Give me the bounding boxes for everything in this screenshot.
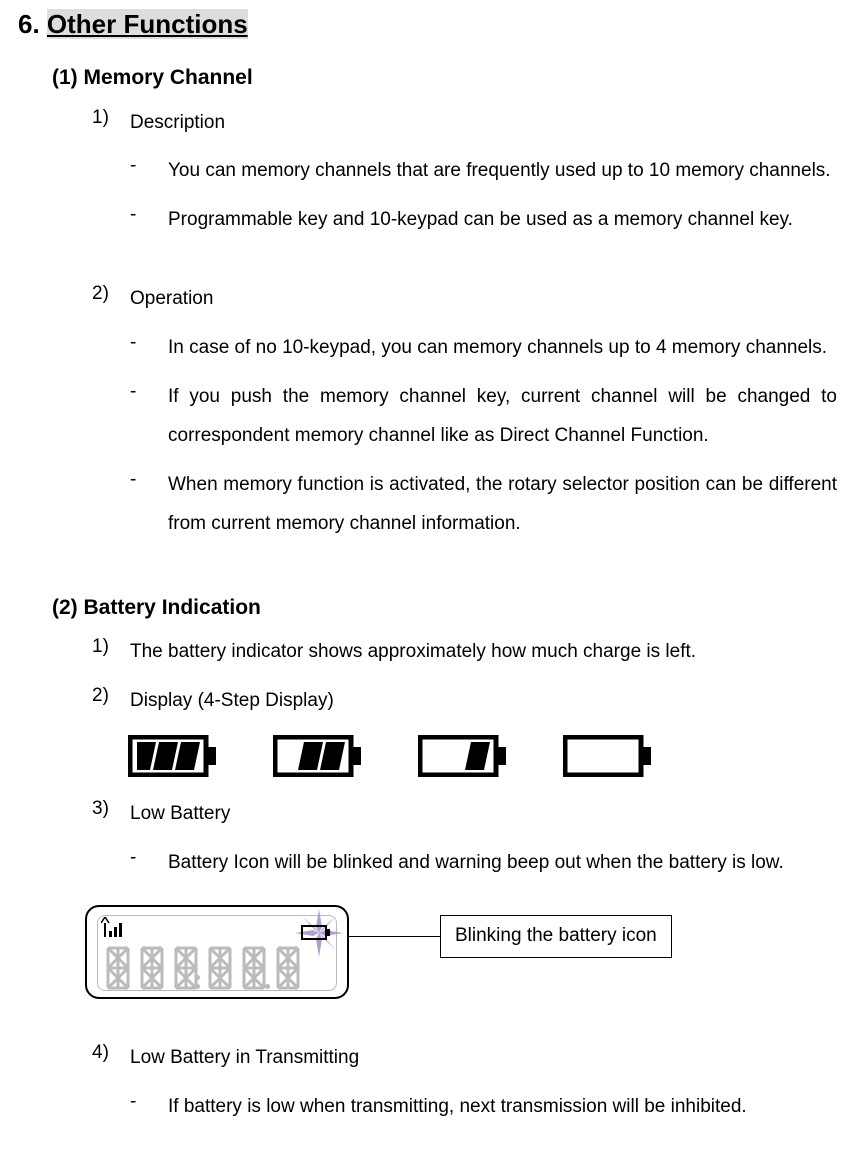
item-label: The battery indicator shows approximatel… <box>130 633 837 672</box>
subsection-battery-indication: (2) Battery Indication <box>52 592 837 624</box>
section-heading: 6. Other Functions <box>18 5 837 44</box>
item-number: 2) <box>92 280 130 319</box>
item-label: Low Battery in Transmitting <box>130 1039 837 1078</box>
item-number: 1) <box>92 633 130 672</box>
bullet-text: If battery is low when transmitting, nex… <box>168 1088 837 1127</box>
item-number: 4) <box>92 1039 130 1078</box>
bullet-text: When memory function is activated, the r… <box>168 466 837 544</box>
list-item: 3) Low Battery <box>92 795 837 834</box>
list-item: - Programmable key and 10-keypad can be … <box>130 201 837 240</box>
callout-label: Blinking the battery icon <box>440 915 672 958</box>
item-label: Low Battery <box>130 795 837 834</box>
bullet-dash: - <box>130 329 168 368</box>
callout: Blinking the battery icon <box>345 915 672 958</box>
section-number: 6. <box>18 9 40 39</box>
bullet-dash: - <box>130 844 168 883</box>
list-item: 4) Low Battery in Transmitting <box>92 1039 837 1078</box>
list-item: - Battery Icon will be blinked and warni… <box>130 844 837 883</box>
list-item: - You can memory channels that are frequ… <box>130 152 837 191</box>
bullet-dash: - <box>130 201 168 240</box>
lcd-illustration: Blinking the battery icon <box>85 905 837 999</box>
item-label: Description <box>130 104 837 143</box>
list-item: 2) Operation <box>92 280 837 319</box>
item-label: Display (4-Step Display) <box>130 682 837 721</box>
list-item: - If you push the memory channel key, cu… <box>130 378 837 456</box>
battery-step-display <box>128 735 837 777</box>
battery-level-0-icon <box>563 735 653 777</box>
battery-level-2-icon <box>273 735 363 777</box>
battery-level-1-icon <box>418 735 508 777</box>
bullet-text: Programmable key and 10-keypad can be us… <box>168 201 837 240</box>
bullet-dash: - <box>130 152 168 191</box>
section-title-text: Other Functions <box>47 9 248 39</box>
battery-empty-small-icon <box>301 921 331 950</box>
lcd-screen-icon <box>85 905 349 999</box>
item-label: Operation <box>130 280 837 319</box>
list-item: 1) The battery indicator shows approxima… <box>92 633 837 672</box>
bullet-text: In case of no 10-keypad, you can memory … <box>168 329 837 368</box>
list-item: 2) Display (4-Step Display) <box>92 682 837 721</box>
list-item: - In case of no 10-keypad, you can memor… <box>130 329 837 368</box>
bullet-text: Battery Icon will be blinked and warning… <box>168 844 837 883</box>
subsection-memory-channel: (1) Memory Channel <box>52 62 837 94</box>
list-item: - If battery is low when transmitting, n… <box>130 1088 837 1127</box>
list-item: - When memory function is activated, the… <box>130 466 837 544</box>
bullet-dash: - <box>130 1088 168 1127</box>
item-number: 3) <box>92 795 130 834</box>
callout-line <box>345 936 440 937</box>
signal-icon <box>101 917 125 947</box>
battery-level-3-icon <box>128 735 218 777</box>
item-number: 1) <box>92 104 130 143</box>
bullet-dash: - <box>130 378 168 456</box>
bullet-text: If you push the memory channel key, curr… <box>168 378 837 456</box>
item-number: 2) <box>92 682 130 721</box>
bullet-text: You can memory channels that are frequen… <box>168 152 837 191</box>
bullet-dash: - <box>130 466 168 544</box>
list-item: 1) Description <box>92 104 837 143</box>
lcd-digits <box>105 945 301 991</box>
